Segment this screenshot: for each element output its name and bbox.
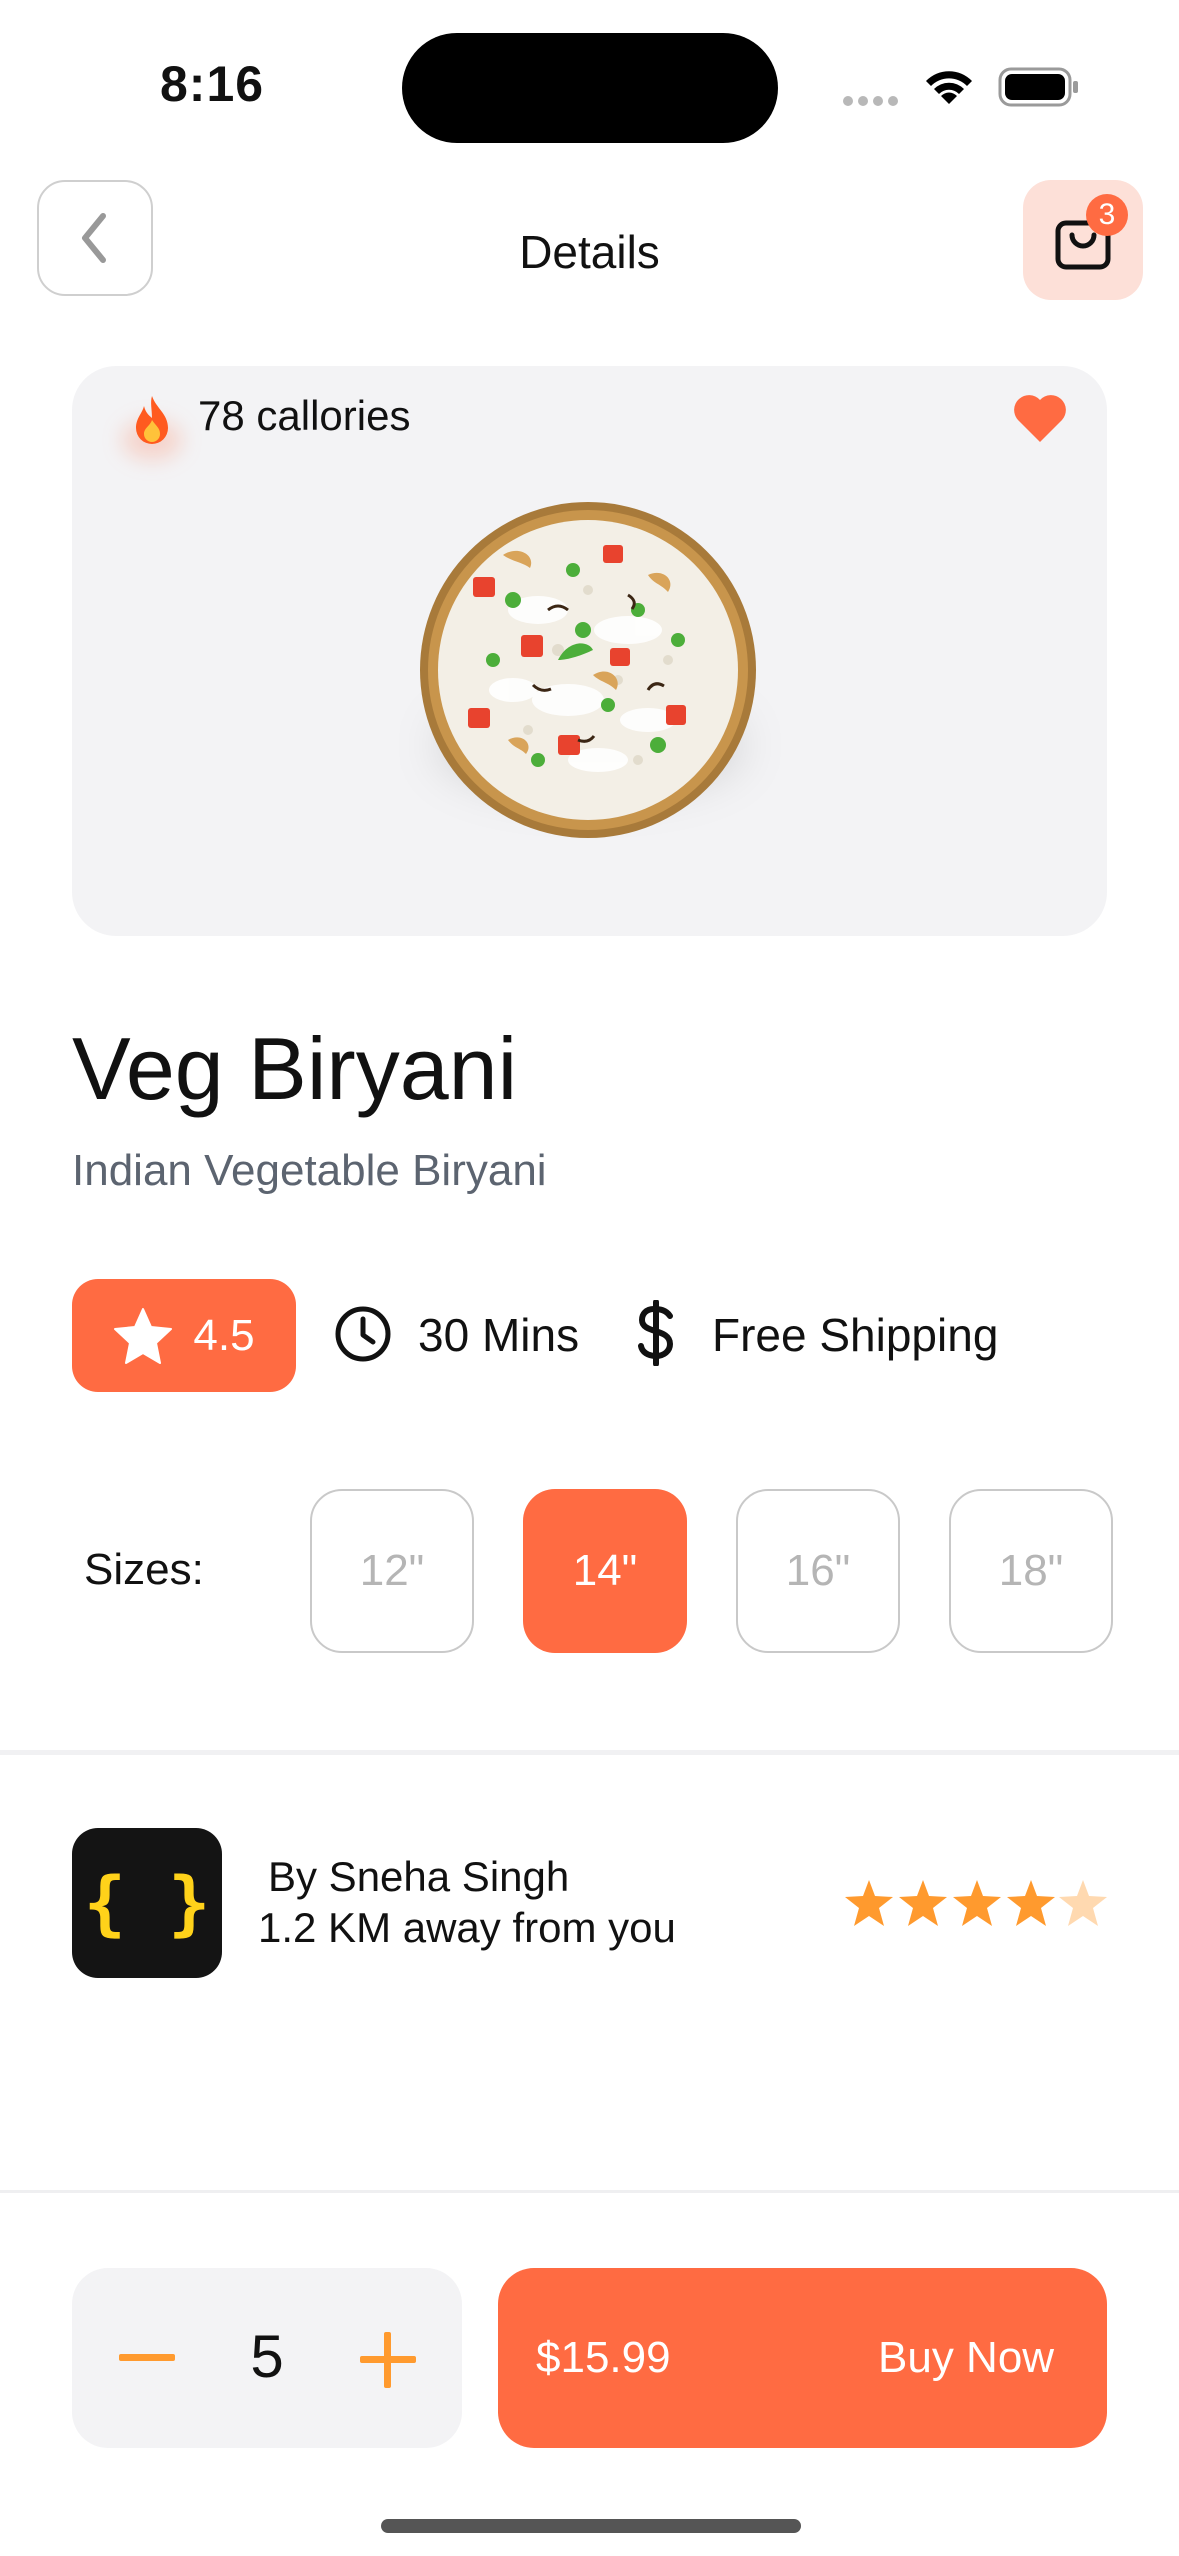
calories-label: 78 callories [198,392,411,439]
price-label: $15.99 [536,2333,671,2382]
wifi-icon [926,71,972,104]
quantity-value: 5 [250,2323,284,2390]
clock-icon [335,1306,391,1362]
size-option-12[interactable]: 12" [310,1489,474,1653]
buy-now-label: Buy Now [878,2333,1055,2382]
dynamic-island [402,33,778,143]
curly-braces-icon: { } [72,1828,222,1978]
dollar-icon [638,1300,674,1366]
size-option-16[interactable]: 16" [736,1489,900,1653]
status-time: 8:16 [160,56,265,112]
cellular-signal-icon [843,93,905,106]
shipping-info: Free Shipping [712,1309,999,1361]
dish-title: Veg Biryani [72,1019,518,1118]
vendor-rating-stars [845,1880,1107,1926]
rating-badge: 4.5 [72,1279,296,1392]
delivery-time: 30 Mins [418,1309,580,1361]
size-option-14[interactable]: 14" [523,1489,687,1653]
rating-value: 4.5 [193,1310,255,1360]
vendor-name: By Sneha Singh [268,1853,570,1900]
bottom-divider [0,2190,1179,2193]
plus-icon[interactable] [358,2330,418,2390]
star-icon [953,1880,1001,1926]
biryani-plate-image [420,502,756,838]
cart-count-badge: 3 [1086,194,1128,236]
battery-icon [998,67,1078,107]
star-half-icon [1059,1880,1107,1926]
minus-icon[interactable] [117,2338,177,2378]
dish-subtitle: Indian Vegetable Biryani [72,1146,547,1195]
size-option-18[interactable]: 18" [949,1489,1113,1653]
star-icon [114,1307,173,1364]
page-title: Details [519,226,660,278]
star-icon [845,1880,893,1926]
star-icon [899,1880,947,1926]
vendor-distance: 1.2 KM away from you [258,1904,676,1951]
heart-icon[interactable] [1012,392,1068,444]
sizes-label: Sizes: [84,1545,204,1594]
section-divider [0,1750,1179,1755]
fire-icon [136,396,168,444]
home-indicator[interactable] [381,2519,801,2533]
cart-button[interactable] [1023,180,1143,300]
star-icon [1007,1880,1055,1926]
